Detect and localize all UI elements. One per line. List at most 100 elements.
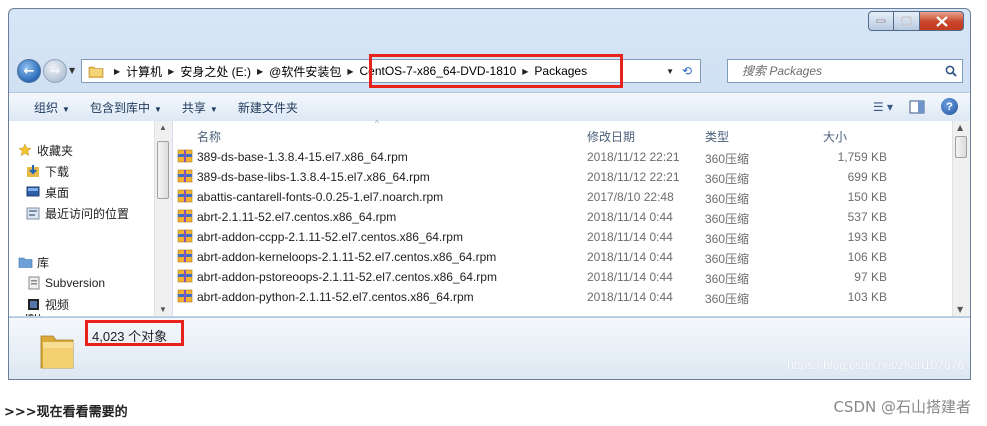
column-header-row: ^ 名称 修改日期 类型 大小: [173, 119, 952, 147]
file-size: 97 KB: [854, 270, 887, 284]
include-library-button[interactable]: 包含到库中 ▼: [80, 99, 172, 116]
archive-file-icon: [177, 229, 193, 243]
breadcrumb-drive-e[interactable]: 安身之处 (E:): [180, 63, 251, 80]
minimize-button[interactable]: [868, 11, 894, 31]
chevron-down-icon: ▼: [153, 104, 162, 114]
file-row[interactable]: abattis-cantarell-fonts-0.0.25-1.el7.noa…: [173, 187, 952, 207]
file-row[interactable]: abrt-2.1.11-52.el7.centos.x86_64.rpm 2018…: [173, 207, 952, 227]
column-type[interactable]: 类型: [705, 128, 729, 145]
file-row[interactable]: abrt-addon-kerneloops-2.1.11-52.el7.cent…: [173, 247, 952, 267]
view-options-icon[interactable]: ☰ ▾: [873, 100, 893, 114]
new-folder-button[interactable]: 新建文件夹: [228, 99, 308, 116]
organize-button[interactable]: 组织 ▼: [24, 99, 80, 116]
sort-ascending-icon: ^: [375, 119, 379, 128]
file-date: 2018/11/14 0:44: [587, 270, 673, 284]
file-name: abrt-addon-pstoreoops-2.1.11-52.el7.cent…: [197, 270, 497, 284]
close-icon: [935, 15, 948, 27]
count-highlight-box: [85, 320, 184, 346]
nav-libraries[interactable]: 库: [17, 253, 49, 271]
file-row[interactable]: 389-ds-base-1.3.8.4-15.el7.x86_64.rpm 201…: [173, 147, 952, 167]
file-row[interactable]: abrt-addon-ccpp-2.1.11-52.el7.centos.x86…: [173, 227, 952, 247]
nav-desktop[interactable]: 桌面: [25, 183, 69, 201]
nav-favorites[interactable]: 收藏夹: [17, 141, 73, 159]
folder-icon: [40, 335, 74, 369]
file-size: 106 KB: [847, 250, 887, 264]
file-type: 360压缩: [705, 212, 750, 226]
subversion-library-icon: [25, 276, 41, 290]
breadcrumb-separator-icon: ▶: [168, 66, 175, 76]
back-button[interactable]: ←: [17, 59, 41, 83]
file-row[interactable]: abrt-addon-pstoreoops-2.1.11-52.el7.cent…: [173, 267, 952, 287]
history-dropdown-icon[interactable]: ▼: [69, 66, 75, 75]
file-date: 2018/11/14 0:44: [587, 230, 673, 244]
file-date: 2018/11/14 0:44: [587, 250, 673, 264]
file-list-scrollbar[interactable]: ▲ ▼: [952, 121, 970, 316]
file-row[interactable]: abrt-addon-python-2.1.11-52.el7.centos.x…: [173, 287, 952, 307]
nav-recent[interactable]: 最近访问的位置: [25, 204, 129, 222]
file-name: 389-ds-base-1.3.8.4-15.el7.x86_64.rpm: [197, 150, 408, 164]
file-name: abrt-addon-kerneloops-2.1.11-52.el7.cent…: [197, 250, 497, 264]
archive-file-icon: [177, 249, 193, 263]
explorer-window: ← → ▼ ▶ 计算机 ▶ 安身之处 (E:) ▶ @软件安装包 ▶ CentO…: [8, 8, 971, 380]
nav-label: 下载: [45, 164, 70, 179]
file-type: 360压缩: [705, 232, 750, 246]
search-input[interactable]: [728, 63, 940, 79]
file-type: 360压缩: [705, 272, 750, 286]
file-type: 360压缩: [705, 152, 750, 166]
toolbar-right: ☰ ▾ ?: [873, 98, 958, 115]
search-icon[interactable]: [940, 65, 962, 77]
breadcrumb-computer[interactable]: 计算机: [126, 63, 162, 80]
address-dropdown-icon[interactable]: ▼: [666, 67, 674, 76]
column-date[interactable]: 修改日期: [587, 128, 635, 145]
column-name[interactable]: 名称: [197, 128, 221, 145]
file-scroll-thumb[interactable]: [955, 136, 967, 158]
file-date: 2018/11/12 22:21: [587, 170, 680, 184]
archive-file-icon: [177, 149, 193, 163]
close-button[interactable]: [920, 11, 964, 31]
maximize-button[interactable]: [894, 11, 920, 31]
nav-label: 收藏夹: [37, 143, 74, 158]
scroll-up-icon[interactable]: ▲: [957, 123, 963, 132]
nav-scrollbar[interactable]: ▲ ▼: [154, 121, 172, 316]
library-icon: [17, 255, 33, 269]
breadcrumb-software[interactable]: @软件安装包: [269, 63, 341, 80]
archive-file-icon: [177, 169, 193, 183]
file-date: 2018/11/12 22:21: [587, 150, 680, 164]
watermark-text: https://blog.csdn.net/zhan107876: [787, 358, 964, 372]
file-name: 389-ds-base-libs-1.3.8.4-15.el7.x86_64.r…: [197, 170, 430, 184]
downloads-icon: [25, 164, 41, 178]
address-highlight-box: [369, 54, 623, 88]
caption-text: >>>现在看看需要的: [4, 405, 128, 420]
file-type: 360压缩: [705, 252, 750, 266]
help-icon[interactable]: ?: [941, 98, 958, 115]
nav-videos[interactable]: 视频: [25, 295, 69, 313]
file-list: ^ 名称 修改日期 类型 大小 389-ds-base-1.3.8.4-15.e…: [173, 119, 952, 316]
file-type: 360压缩: [705, 292, 750, 306]
breadcrumb-separator-icon: ▶: [347, 66, 354, 76]
nav-label: 视频: [45, 297, 70, 312]
nav-pictures[interactable]: 图片: [25, 314, 49, 316]
scroll-up-icon[interactable]: ▲: [159, 123, 167, 132]
nav-scroll-thumb[interactable]: [157, 141, 169, 199]
credit-text: CSDN @石山搭建者: [833, 398, 971, 416]
column-size[interactable]: 大小: [823, 128, 847, 145]
folder-icon: [88, 66, 104, 78]
preview-pane-icon[interactable]: [909, 100, 925, 114]
nav-subversion[interactable]: Subversion: [25, 274, 105, 292]
command-toolbar: 组织 ▼ 包含到库中 ▼ 共享 ▼ 新建文件夹 ☰ ▾ ?: [9, 92, 970, 122]
breadcrumb-separator-icon: ▶: [114, 66, 121, 76]
forward-button[interactable]: →: [43, 59, 67, 83]
file-row[interactable]: 389-ds-base-libs-1.3.8.4-15.el7.x86_64.r…: [173, 167, 952, 187]
archive-file-icon: [177, 289, 193, 303]
file-type: 360压缩: [705, 192, 750, 206]
nav-downloads[interactable]: 下载: [25, 162, 69, 180]
window-controls: [868, 11, 964, 31]
share-button[interactable]: 共享 ▼: [172, 99, 228, 116]
refresh-icon[interactable]: ⟲: [678, 62, 696, 80]
scroll-down-icon[interactable]: ▼: [159, 305, 167, 314]
nav-label: 桌面: [45, 185, 70, 200]
file-name: abrt-2.1.11-52.el7.centos.x86_64.rpm: [197, 210, 397, 224]
scroll-down-icon[interactable]: ▼: [957, 305, 963, 314]
archive-file-icon: [177, 209, 193, 223]
search-box: [727, 59, 963, 83]
